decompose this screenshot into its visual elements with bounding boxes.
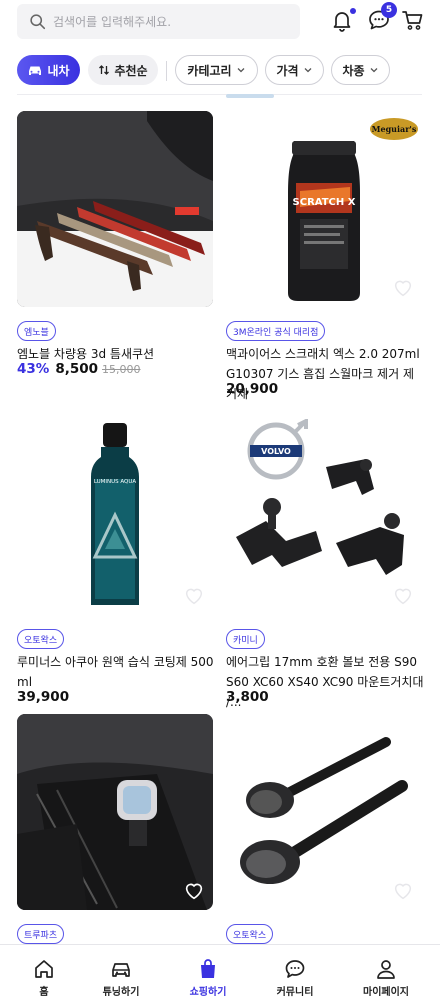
heart-icon[interactable] (392, 277, 414, 299)
product-name: 루미너스 아쿠아 원액 습식 코팅제 500ml (17, 655, 214, 689)
product-card[interactable]: 오토왁스 (226, 714, 422, 944)
discount-rate: 43% (17, 361, 50, 377)
product-image: SCRATCH X Meguiar's (226, 111, 422, 307)
product-card[interactable]: VOLVO 카미니 에어그립 17mm 호환 볼보 전용 S90 S60 XC6… (226, 419, 424, 709)
category-label: 카테고리 (187, 63, 232, 78)
chat-button[interactable]: 5 (365, 2, 397, 34)
tab-shopping[interactable]: 쇼핑하기 (164, 945, 252, 1002)
brand-tag[interactable]: 오토왁스 (17, 629, 65, 649)
product-image (17, 111, 213, 307)
brand-tag[interactable]: 3M온라인 공식 대리점 (226, 321, 326, 341)
brand-tag[interactable]: 트루파츠 (17, 924, 65, 944)
price-dropdown[interactable]: 가격 (265, 55, 324, 85)
original-price: 15,000 (102, 363, 141, 376)
heart-icon[interactable] (183, 880, 205, 902)
cart-button[interactable] (399, 6, 427, 34)
chevron-down-icon (237, 68, 245, 73)
divider (17, 94, 422, 95)
tab-tuning[interactable]: 튜닝하기 (77, 945, 165, 1002)
bottle-label: SCRATCH X (293, 197, 356, 208)
search-icon (30, 14, 46, 30)
sort-icon (99, 65, 110, 75)
product-image: VOLVO (226, 419, 422, 615)
my-car-chip[interactable]: 내차 (17, 55, 80, 85)
tab-label: 커뮤니티 (276, 987, 314, 998)
product-price: 3,800 (226, 689, 269, 705)
heart-icon[interactable] (183, 585, 205, 607)
search-bar[interactable] (17, 4, 300, 39)
product-image: LUMINUS AQUA (17, 419, 213, 615)
chat-bubble-icon (285, 960, 305, 978)
sale-price: 8,500 (55, 361, 99, 377)
sale-price: 39,900 (17, 689, 70, 705)
product-price: 39,900 (17, 689, 69, 705)
search-input[interactable] (53, 14, 273, 29)
car-type-label: 차종 (342, 63, 365, 78)
heart-icon[interactable] (392, 585, 414, 607)
shopping-bag-icon (201, 959, 215, 978)
brand-logo: VOLVO (261, 447, 291, 456)
notification-button[interactable] (328, 6, 356, 34)
chat-badge: 5 (381, 2, 397, 18)
category-dropdown[interactable]: 카테고리 (175, 55, 258, 85)
cart-icon (402, 11, 423, 30)
tab-home[interactable]: 홈 (0, 945, 88, 1002)
product-price: 20,900 (226, 381, 278, 397)
sale-price: 3,800 (226, 689, 269, 705)
chevron-down-icon (304, 68, 312, 73)
tab-label: 홈 (39, 987, 49, 998)
chevron-down-icon (370, 68, 378, 73)
my-car-label: 내차 (47, 63, 70, 78)
brand-tag[interactable]: 엠노블 (17, 321, 56, 341)
product-price: 43% 8,500 15,000 (17, 361, 141, 377)
tab-label: 마이페이지 (363, 987, 409, 998)
scroll-indicator[interactable] (226, 94, 274, 98)
product-card[interactable]: 엠노블 엠노블 차량용 3d 틈새쿠션 43% 8,500 15,000 (17, 111, 213, 377)
filter-divider (166, 61, 167, 81)
tab-mypage[interactable]: 마이페이지 (342, 945, 430, 1002)
tab-label: 쇼핑하기 (189, 987, 227, 998)
product-image (17, 714, 213, 910)
top-header: 5 (0, 0, 440, 44)
tab-label: 튜닝하기 (102, 987, 140, 998)
heart-icon[interactable] (392, 880, 414, 902)
sale-price: 20,900 (226, 381, 279, 397)
brand-logo: Meguiar's (372, 124, 417, 134)
car-icon (29, 66, 42, 75)
brand-tag[interactable]: 오토왁스 (226, 924, 274, 944)
car-icon (112, 963, 130, 977)
filter-bar: 내차 추천순 카테고리 가격 차종 (0, 55, 440, 87)
product-card[interactable]: LUMINUS AQUA 오토왁스 루미너스 아쿠아 원액 습식 코팅제 500… (17, 419, 214, 705)
sort-chip[interactable]: 추천순 (88, 55, 158, 85)
bottom-navigation: 홈 튜닝하기 쇼핑하기 커뮤니티 마이페이지 (0, 944, 440, 1001)
product-card[interactable]: SCRATCH X Meguiar's 3M온라인 공식 대리점 맥과이어스 스… (226, 111, 422, 401)
product-card[interactable]: 트루파츠 (17, 714, 213, 944)
brand-tag[interactable]: 카미니 (226, 629, 265, 649)
product-image (226, 714, 422, 910)
notification-dot (350, 8, 356, 14)
car-type-dropdown[interactable]: 차종 (331, 55, 390, 85)
person-icon (377, 960, 395, 979)
seat-gap-cushion-image (17, 111, 213, 307)
tab-community[interactable]: 커뮤니티 (251, 945, 339, 1002)
price-label: 가격 (276, 63, 299, 78)
home-icon (35, 960, 53, 978)
sort-label: 추천순 (114, 63, 148, 78)
bottle-label: LUMINUS AQUA (94, 479, 137, 485)
